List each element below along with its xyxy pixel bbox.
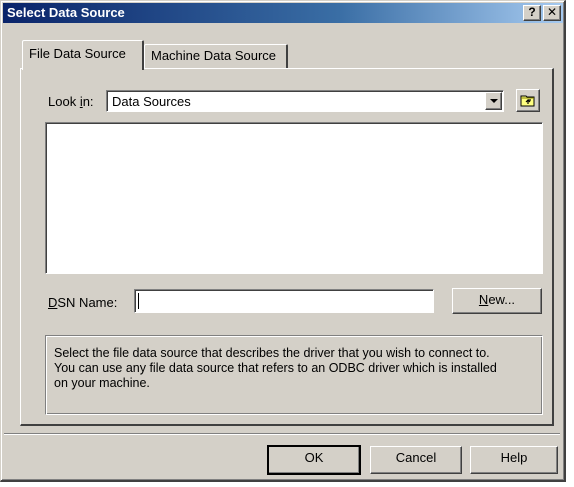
window-title: Select Data Source — [7, 5, 125, 20]
separator — [4, 433, 560, 435]
tab-machine-data-source-label: Machine Data Source — [151, 48, 277, 63]
help-title-button[interactable]: ? — [523, 5, 541, 21]
help-button[interactable]: Help — [470, 446, 558, 474]
ok-button[interactable]: OK — [267, 445, 361, 475]
title-bar[interactable]: Select Data Source ? ✕ — [3, 3, 563, 23]
cancel-button[interactable]: Cancel — [370, 446, 462, 474]
close-button[interactable]: ✕ — [543, 5, 561, 21]
tab-file-data-source[interactable]: File Data Source — [22, 40, 144, 70]
tab-file-data-source-label: File Data Source — [29, 46, 126, 61]
tab-panel — [20, 68, 554, 426]
tab-machine-data-source[interactable]: Machine Data Source — [144, 44, 288, 68]
